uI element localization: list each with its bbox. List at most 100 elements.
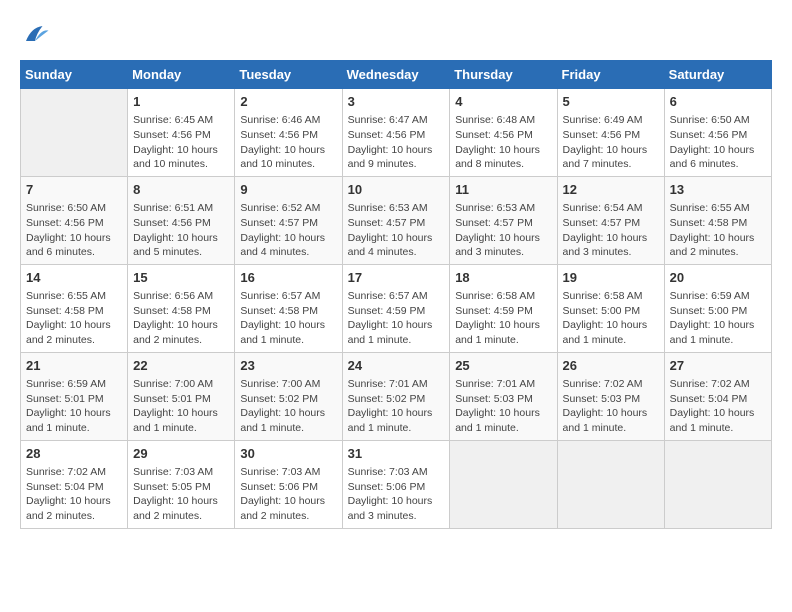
day-number: 14 xyxy=(26,269,122,287)
calendar-cell: 16 Sunrise: 6:57 AM Sunset: 4:58 PM Dayli… xyxy=(235,264,342,352)
col-header-saturday: Saturday xyxy=(664,61,771,89)
calendar-cell: 24 Sunrise: 7:01 AM Sunset: 5:02 PM Dayli… xyxy=(342,352,450,440)
calendar-cell: 3 Sunrise: 6:47 AM Sunset: 4:56 PM Daylig… xyxy=(342,89,450,177)
col-header-tuesday: Tuesday xyxy=(235,61,342,89)
calendar-cell xyxy=(557,440,664,528)
calendar-cell: 30Sunrise: 7:03 AM Sunset: 5:06 PM Dayli… xyxy=(235,440,342,528)
calendar-cell: 25 Sunrise: 7:01 AM Sunset: 5:03 PM Dayli… xyxy=(450,352,557,440)
day-info: Sunrise: 6:53 AM Sunset: 4:57 PM Dayligh… xyxy=(348,201,445,260)
day-info: Sunrise: 6:56 AM Sunset: 4:58 PM Dayligh… xyxy=(133,289,229,348)
day-number: 30 xyxy=(240,445,336,463)
calendar-cell: 31 Sunrise: 7:03 AM Sunset: 5:06 PM Dayli… xyxy=(342,440,450,528)
day-number: 23 xyxy=(240,357,336,375)
calendar-cell: 11Sunrise: 6:53 AM Sunset: 4:57 PM Dayli… xyxy=(450,176,557,264)
calendar-cell: 29 Sunrise: 7:03 AM Sunset: 5:05 PM Dayli… xyxy=(128,440,235,528)
calendar-cell: 17 Sunrise: 6:57 AM Sunset: 4:59 PM Dayli… xyxy=(342,264,450,352)
calendar-cell: 2 Sunrise: 6:46 AM Sunset: 4:56 PM Daylig… xyxy=(235,89,342,177)
calendar-table: SundayMondayTuesdayWednesdayThursdayFrid… xyxy=(20,60,772,529)
calendar-cell: 15 Sunrise: 6:56 AM Sunset: 4:58 PM Dayli… xyxy=(128,264,235,352)
day-number: 5 xyxy=(563,93,659,111)
day-number: 29 xyxy=(133,445,229,463)
calendar-cell: 22 Sunrise: 7:00 AM Sunset: 5:01 PM Dayli… xyxy=(128,352,235,440)
day-info: Sunrise: 7:00 AM Sunset: 5:01 PM Dayligh… xyxy=(133,377,229,436)
col-header-thursday: Thursday xyxy=(450,61,557,89)
day-number: 2 xyxy=(240,93,336,111)
day-number: 26 xyxy=(563,357,659,375)
day-number: 10 xyxy=(348,181,445,199)
calendar-cell: 4 Sunrise: 6:48 AM Sunset: 4:56 PM Daylig… xyxy=(450,89,557,177)
day-info: Sunrise: 6:59 AM Sunset: 5:01 PM Dayligh… xyxy=(26,377,122,436)
day-number: 24 xyxy=(348,357,445,375)
day-info: Sunrise: 7:02 AM Sunset: 5:04 PM Dayligh… xyxy=(670,377,766,436)
day-info: Sunrise: 7:01 AM Sunset: 5:03 PM Dayligh… xyxy=(455,377,551,436)
day-info: Sunrise: 7:00 AM Sunset: 5:02 PM Dayligh… xyxy=(240,377,336,436)
day-info: Sunrise: 6:58 AM Sunset: 5:00 PM Dayligh… xyxy=(563,289,659,348)
calendar-cell: 9 Sunrise: 6:52 AM Sunset: 4:57 PM Daylig… xyxy=(235,176,342,264)
day-number: 31 xyxy=(348,445,445,463)
day-info: Sunrise: 7:01 AM Sunset: 5:02 PM Dayligh… xyxy=(348,377,445,436)
calendar-cell: 6Sunrise: 6:50 AM Sunset: 4:56 PM Daylig… xyxy=(664,89,771,177)
day-info: Sunrise: 6:54 AM Sunset: 4:57 PM Dayligh… xyxy=(563,201,659,260)
day-info: Sunrise: 6:46 AM Sunset: 4:56 PM Dayligh… xyxy=(240,113,336,172)
day-number: 1 xyxy=(133,93,229,111)
day-info: Sunrise: 6:57 AM Sunset: 4:58 PM Dayligh… xyxy=(240,289,336,348)
day-number: 7 xyxy=(26,181,122,199)
calendar-cell xyxy=(664,440,771,528)
col-header-sunday: Sunday xyxy=(21,61,128,89)
calendar-cell: 27 Sunrise: 7:02 AM Sunset: 5:04 PM Dayli… xyxy=(664,352,771,440)
day-number: 27 xyxy=(670,357,766,375)
calendar-cell xyxy=(21,89,128,177)
day-number: 18 xyxy=(455,269,551,287)
day-number: 13 xyxy=(670,181,766,199)
calendar-cell: 23 Sunrise: 7:00 AM Sunset: 5:02 PM Dayli… xyxy=(235,352,342,440)
calendar-cell: 28Sunrise: 7:02 AM Sunset: 5:04 PM Dayli… xyxy=(21,440,128,528)
day-info: Sunrise: 7:02 AM Sunset: 5:03 PM Dayligh… xyxy=(563,377,659,436)
logo xyxy=(20,20,54,50)
day-info: Sunrise: 6:51 AM Sunset: 4:56 PM Dayligh… xyxy=(133,201,229,260)
day-number: 20 xyxy=(670,269,766,287)
day-number: 4 xyxy=(455,93,551,111)
day-number: 16 xyxy=(240,269,336,287)
day-number: 17 xyxy=(348,269,445,287)
day-info: Sunrise: 6:58 AM Sunset: 4:59 PM Dayligh… xyxy=(455,289,551,348)
day-number: 21 xyxy=(26,357,122,375)
logo-icon xyxy=(20,20,50,50)
day-info: Sunrise: 6:49 AM Sunset: 4:56 PM Dayligh… xyxy=(563,113,659,172)
day-number: 25 xyxy=(455,357,551,375)
day-number: 19 xyxy=(563,269,659,287)
day-number: 12 xyxy=(563,181,659,199)
day-info: Sunrise: 6:48 AM Sunset: 4:56 PM Dayligh… xyxy=(455,113,551,172)
calendar-cell: 10 Sunrise: 6:53 AM Sunset: 4:57 PM Dayli… xyxy=(342,176,450,264)
day-info: Sunrise: 6:55 AM Sunset: 4:58 PM Dayligh… xyxy=(26,289,122,348)
day-info: Sunrise: 6:59 AM Sunset: 5:00 PM Dayligh… xyxy=(670,289,766,348)
calendar-cell: 19 Sunrise: 6:58 AM Sunset: 5:00 PM Dayli… xyxy=(557,264,664,352)
day-info: Sunrise: 6:55 AM Sunset: 4:58 PM Dayligh… xyxy=(670,201,766,260)
col-header-monday: Monday xyxy=(128,61,235,89)
calendar-cell: 26 Sunrise: 7:02 AM Sunset: 5:03 PM Dayli… xyxy=(557,352,664,440)
col-header-friday: Friday xyxy=(557,61,664,89)
calendar-cell: 21 Sunrise: 6:59 AM Sunset: 5:01 PM Dayli… xyxy=(21,352,128,440)
day-number: 3 xyxy=(348,93,445,111)
day-info: Sunrise: 7:03 AM Sunset: 5:06 PM Dayligh… xyxy=(348,465,445,524)
day-info: Sunrise: 6:57 AM Sunset: 4:59 PM Dayligh… xyxy=(348,289,445,348)
day-info: Sunrise: 6:52 AM Sunset: 4:57 PM Dayligh… xyxy=(240,201,336,260)
calendar-cell: 13 Sunrise: 6:55 AM Sunset: 4:58 PM Dayli… xyxy=(664,176,771,264)
day-number: 8 xyxy=(133,181,229,199)
calendar-cell xyxy=(450,440,557,528)
day-number: 22 xyxy=(133,357,229,375)
calendar-cell: 14 Sunrise: 6:55 AM Sunset: 4:58 PM Dayli… xyxy=(21,264,128,352)
day-info: Sunrise: 7:03 AM Sunset: 5:05 PM Dayligh… xyxy=(133,465,229,524)
day-info: Sunrise: 6:45 AM Sunset: 4:56 PM Dayligh… xyxy=(133,113,229,172)
calendar-cell: 5 Sunrise: 6:49 AM Sunset: 4:56 PM Daylig… xyxy=(557,89,664,177)
calendar-cell: 8 Sunrise: 6:51 AM Sunset: 4:56 PM Daylig… xyxy=(128,176,235,264)
calendar-cell: 18 Sunrise: 6:58 AM Sunset: 4:59 PM Dayli… xyxy=(450,264,557,352)
page-header xyxy=(20,20,772,50)
day-info: Sunrise: 7:02 AM Sunset: 5:04 PM Dayligh… xyxy=(26,465,122,524)
col-header-wednesday: Wednesday xyxy=(342,61,450,89)
calendar-cell: 20 Sunrise: 6:59 AM Sunset: 5:00 PM Dayli… xyxy=(664,264,771,352)
day-info: Sunrise: 6:47 AM Sunset: 4:56 PM Dayligh… xyxy=(348,113,445,172)
day-number: 11 xyxy=(455,181,551,199)
day-number: 15 xyxy=(133,269,229,287)
day-number: 9 xyxy=(240,181,336,199)
calendar-cell: 12 Sunrise: 6:54 AM Sunset: 4:57 PM Dayli… xyxy=(557,176,664,264)
